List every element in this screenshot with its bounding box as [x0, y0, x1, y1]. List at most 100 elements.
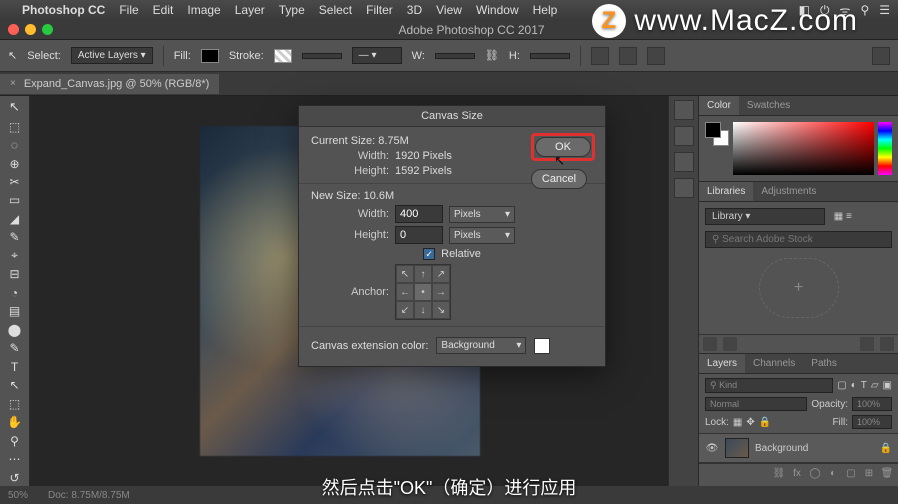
lock-position-icon[interactable]: ✥	[746, 417, 754, 428]
tab-libraries[interactable]: Libraries	[699, 182, 753, 201]
blend-mode-dropdown[interactable]: Normal	[705, 397, 807, 411]
foreground-color[interactable]	[705, 122, 721, 138]
layer-visibility-icon[interactable]: 👁	[705, 443, 719, 454]
hand-tool[interactable]: ✋	[4, 414, 26, 430]
menu-image[interactable]: Image	[187, 3, 220, 17]
layer-thumbnail[interactable]	[725, 438, 749, 458]
menu-icon[interactable]: ☰	[879, 3, 890, 17]
lock-pixels-icon[interactable]: ▦	[733, 417, 742, 428]
relative-checkbox[interactable]: ✓	[423, 248, 435, 260]
frame-tool[interactable]: ▭	[4, 192, 26, 208]
zoom-tool[interactable]: ⚲	[4, 433, 26, 449]
gradient-tool[interactable]: ▤	[4, 303, 26, 319]
anchor-nw[interactable]: ↖	[396, 265, 414, 283]
brush-tool[interactable]: ✎	[4, 229, 26, 245]
anchor-sw[interactable]: ↙	[396, 301, 414, 319]
type-tool[interactable]: T	[4, 359, 26, 375]
lib-stock-icon[interactable]	[723, 337, 737, 351]
cancel-button[interactable]: Cancel	[531, 169, 587, 189]
shape-tool[interactable]: ⬚	[4, 396, 26, 412]
menu-file[interactable]: File	[119, 3, 138, 17]
tab-color[interactable]: Color	[699, 96, 739, 115]
tab-layers[interactable]: Layers	[699, 354, 745, 373]
tab-adjustments[interactable]: Adjustments	[753, 182, 824, 201]
library-search[interactable]: ⚲ Search Adobe Stock	[705, 231, 892, 248]
width-input[interactable]	[435, 53, 475, 59]
dodge-tool[interactable]: ⬤	[4, 322, 26, 338]
lib-add-icon[interactable]	[703, 337, 717, 351]
layer-row[interactable]: 👁 Background 🔒	[699, 433, 898, 463]
maximize-window-button[interactable]	[42, 24, 53, 35]
move-tool[interactable]: ↖	[4, 98, 26, 116]
menu-view[interactable]: View	[436, 3, 462, 17]
eyedropper-tool[interactable]: ◢	[4, 211, 26, 227]
menu-type[interactable]: Type	[279, 3, 305, 17]
filter-shape-icon[interactable]: ▱	[871, 380, 879, 391]
menu-help[interactable]: Help	[533, 3, 558, 17]
layer-lock-icon[interactable]: 🔒	[880, 443, 892, 454]
properties-panel-icon[interactable]	[674, 126, 694, 146]
crop-tool[interactable]: ✂	[4, 174, 26, 190]
workspace-icon[interactable]	[872, 47, 890, 65]
fill-value[interactable]: 100%	[852, 415, 892, 429]
filter-pixel-icon[interactable]: ▢	[837, 380, 846, 391]
tab-channels[interactable]: Channels	[745, 354, 803, 373]
lib-trash-icon[interactable]	[880, 337, 894, 351]
extension-color-dropdown[interactable]: Background▾	[436, 337, 526, 354]
extension-color-swatch[interactable]	[534, 338, 550, 354]
clone-tool[interactable]: ⊟	[4, 266, 26, 282]
library-view-icon[interactable]: ▦	[834, 211, 843, 222]
eraser-tool[interactable]: ◔	[4, 285, 26, 301]
more-tools[interactable]: ⋯	[4, 451, 26, 467]
new-height-unit[interactable]: Pixels▾	[449, 227, 515, 244]
align-icon[interactable]	[619, 47, 637, 65]
anchor-s[interactable]: ↓	[414, 301, 432, 319]
move-tool-icon[interactable]: ↖	[8, 49, 17, 62]
search-icon[interactable]: ⚲	[860, 3, 869, 17]
menu-window[interactable]: Window	[476, 3, 519, 17]
lasso-tool[interactable]: ◌	[4, 137, 26, 153]
menu-select[interactable]: Select	[319, 3, 352, 17]
anchor-n[interactable]: ↑	[414, 265, 432, 283]
stroke-swatch[interactable]	[274, 49, 292, 63]
new-width-unit[interactable]: Pixels▾	[449, 206, 515, 223]
new-width-input[interactable]	[395, 205, 443, 223]
character-panel-icon[interactable]	[674, 152, 694, 172]
marquee-tool[interactable]: ⬚	[4, 118, 26, 134]
path-select-tool[interactable]: ↖	[4, 377, 26, 393]
history-panel-icon[interactable]	[674, 100, 694, 120]
quick-select-tool[interactable]: ⊕	[4, 155, 26, 171]
stroke-width[interactable]	[302, 53, 342, 59]
layer-filter-kind[interactable]: ⚲ Kind	[705, 378, 833, 393]
height-input[interactable]	[530, 53, 570, 59]
layer-name[interactable]: Background	[755, 443, 808, 454]
path-op-icon[interactable]	[591, 47, 609, 65]
opacity-value[interactable]: 100%	[852, 397, 892, 411]
filter-adj-icon[interactable]: ◐	[851, 380, 857, 391]
menu-edit[interactable]: Edit	[153, 3, 174, 17]
library-sort-icon[interactable]: ≡	[846, 211, 852, 222]
link-icon[interactable]: ⛓	[485, 49, 499, 62]
ok-button[interactable]: OK	[535, 137, 591, 157]
healing-tool[interactable]: ⌖	[4, 248, 26, 264]
library-dropzone[interactable]	[759, 258, 839, 318]
pen-tool[interactable]: ✎	[4, 340, 26, 356]
hue-slider[interactable]	[878, 122, 892, 175]
document-tab[interactable]: × Expand_Canvas.jpg @ 50% (RGB/8*)	[0, 74, 219, 94]
tab-swatches[interactable]: Swatches	[739, 96, 798, 115]
lock-all-icon[interactable]: 🔒	[759, 417, 771, 428]
library-dropdown[interactable]: Library ▾	[705, 208, 825, 225]
paragraph-panel-icon[interactable]	[674, 178, 694, 198]
anchor-se[interactable]: ↘	[432, 301, 450, 319]
select-dropdown[interactable]: Active Layers ▾	[71, 47, 153, 64]
close-window-button[interactable]	[8, 24, 19, 35]
filter-type-icon[interactable]: T	[861, 380, 867, 391]
new-height-input[interactable]	[395, 226, 443, 244]
menu-3d[interactable]: 3D	[407, 3, 422, 17]
tab-paths[interactable]: Paths	[803, 354, 845, 373]
filter-smart-icon[interactable]: ▣	[883, 380, 892, 391]
anchor-w[interactable]: ←	[396, 283, 414, 301]
color-field[interactable]	[733, 122, 874, 175]
fill-swatch[interactable]	[201, 49, 219, 63]
menu-filter[interactable]: Filter	[366, 3, 393, 17]
